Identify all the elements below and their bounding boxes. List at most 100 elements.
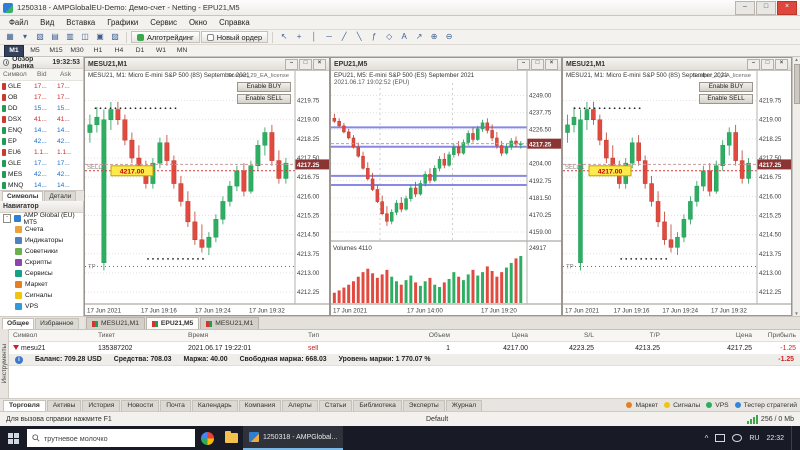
new-order-button[interactable]: Новый ордер [201,31,268,43]
column-header-4[interactable]: Объем [374,332,454,339]
data-window-icon[interactable]: ▥ [63,31,77,43]
chart-close-icon[interactable]: × [775,59,788,70]
candlestick-chart-mesu21-left[interactable]: 4219.754219.004218.254217.504216.754216.… [85,71,329,315]
toolbox-tab-компания[interactable]: Компания [239,400,282,411]
trendline-icon[interactable]: ╱ [337,31,351,43]
chart-tab-0[interactable]: MESU21,M1 [86,317,145,329]
horizontal-line-icon[interactable]: ─ [322,31,336,43]
candlestick-chart-mesu21-right[interactable]: 4219.754219.004218.254217.504216.754216.… [563,71,791,315]
chart-list-icon[interactable]: ▾ [18,31,32,43]
navigator-tab-общее[interactable]: Общее [2,318,34,329]
navigator-item-сигналы[interactable]: Сигналы [0,290,83,301]
scrollbar-thumb[interactable] [794,64,800,104]
market-watch-row[interactable]: EP42...42... [0,136,83,147]
tray-expand-icon[interactable]: ^ [705,434,709,443]
navigator-item-сервисы[interactable]: Сервисы [0,268,83,279]
toolbox-tab-история[interactable]: История [82,400,120,411]
toolbox-tab-статьи[interactable]: Статьи [319,400,353,411]
arrow-icon[interactable]: ↗ [412,31,426,43]
timeframe-w1[interactable]: W1 [151,45,171,57]
market-watch-row[interactable]: GLE17...17... [0,81,83,92]
toolbox-tab-алерты[interactable]: Алерты [282,400,318,411]
chart-caption[interactable]: MESU21,M1 – □ × [85,58,329,71]
expander-icon[interactable]: - [3,214,11,223]
navigator-item-маркет[interactable]: Маркет [0,279,83,290]
market-button[interactable]: Маркет [626,402,658,409]
column-header-3[interactable]: Тип [304,332,374,339]
text-icon[interactable]: A [397,31,411,43]
browser-icon[interactable] [195,426,219,450]
column-header-1[interactable]: Тикет [94,332,184,339]
toolbox-tab-библиотека[interactable]: Библиотека [353,400,401,411]
chart-minimize-icon[interactable]: – [517,59,530,70]
profiles-icon[interactable]: ▧ [33,31,47,43]
menu-window[interactable]: Окно [183,17,213,28]
toolbox-tab-активы[interactable]: Активы [47,400,82,411]
market-watch-row[interactable]: MES42...42... [0,169,83,180]
enable-buy-button[interactable]: Enable BUY [237,82,291,92]
menu-view[interactable]: Вид [34,17,60,28]
navigator-item-советники[interactable]: Советники [0,246,83,257]
chart-minimize-icon[interactable]: – [747,59,760,70]
menu-help[interactable]: Справка [213,17,256,28]
market-watch-column-headers[interactable]: СимволBidAsk [0,69,83,81]
minimize-button[interactable]: – [735,1,755,15]
scroll-up-icon[interactable]: ▲ [794,57,798,62]
column-header-9[interactable]: Прибыль [756,332,800,339]
market-watch-col-1[interactable]: Bid [37,71,60,78]
clock-time[interactable]: 22:32 [766,435,784,442]
navigator-toggle-icon[interactable]: ◫ [78,31,92,43]
cursor-icon[interactable]: ↖ [277,31,291,43]
open-position-row[interactable]: mesu211353872022021.06.17 19:22:01sell14… [9,342,800,354]
column-header-2[interactable]: Время [184,332,304,339]
strategy-tester-icon[interactable]: ▨ [108,31,122,43]
toolbox-tab-почта[interactable]: Почта [160,400,191,411]
market-watch-row[interactable]: EU61.1...1.1... [0,147,83,158]
toolbox-tab-журнал[interactable]: Журнал [446,400,482,411]
new-chart-icon[interactable]: ▦ [3,31,17,43]
vertical-line-icon[interactable]: │ [307,31,321,43]
market-watch-row[interactable]: DD15...15... [0,103,83,114]
language-indicator[interactable]: RU [749,435,759,442]
market-watch-tab-символы[interactable]: Символы [2,191,43,202]
menu-charts[interactable]: Графики [101,17,144,28]
navigator-item-vps[interactable]: VPS [0,301,83,312]
fibonacci-icon[interactable]: ƒ [367,31,381,43]
chart-restore-icon[interactable]: □ [531,59,544,70]
vps-button[interactable]: VPS [706,402,728,409]
chart-close-icon[interactable]: × [313,59,326,70]
strategy-tester-button[interactable]: Тестер стратегий [735,402,797,409]
column-header-7[interactable]: T/P [598,332,664,339]
market-watch-header[interactable]: Обзор рынка 19:32:53 [0,57,83,69]
navigator-item-счета[interactable]: Счета [0,224,83,235]
chart-tab-2[interactable]: MESU21,M1 [200,317,259,329]
market-watch-tab-детали[interactable]: Детали [44,191,76,202]
toolbox-vertical-tab[interactable]: Инструменты [0,329,9,398]
show-desktop-button[interactable] [791,426,796,450]
chart-window-mesu21-left[interactable]: MESU21,M1 – □ × MESU21, M1: Micro E-mini… [84,57,330,316]
toolbox-tab-новости[interactable]: Новости [121,400,159,411]
navigator-tab-избранное[interactable]: Избранное [35,318,78,329]
market-watch-col-0[interactable]: Символ [0,71,37,78]
zoom-in-icon[interactable]: ⊕ [427,31,441,43]
taskbar-app-mt5[interactable]: 1250318 - AMPGlobal... [243,426,343,450]
timeframe-mn[interactable]: MN [172,45,192,57]
timeframe-h4[interactable]: H4 [109,45,129,57]
chart-tab-1[interactable]: EPU21,M5 [146,317,199,329]
column-header-0[interactable]: Символ [9,332,94,339]
toolbox-tab-эксперты[interactable]: Эксперты [403,400,445,411]
toolbox-toggle-icon[interactable]: ▣ [93,31,107,43]
column-header-6[interactable]: S/L [532,332,598,339]
menu-file[interactable]: Файл [3,17,34,28]
timeframe-m30[interactable]: M30 [67,45,87,57]
navigator-item-индикаторы[interactable]: Индикаторы [0,235,83,246]
zoom-out-icon[interactable]: ⊖ [442,31,456,43]
navigator-item-скрипты[interactable]: Скрипты [0,257,83,268]
charts-scrollbar[interactable]: ▲ ▼ [792,57,800,316]
chart-restore-icon[interactable]: □ [299,59,312,70]
candlestick-chart-epu21[interactable]: 4249.004237.754226.504215.254204.004192.… [331,71,561,315]
crosshair-icon[interactable]: + [292,31,306,43]
menu-insert[interactable]: Вставка [60,17,101,28]
shapes-icon[interactable]: ◇ [382,31,396,43]
timeframe-h1[interactable]: H1 [88,45,108,57]
